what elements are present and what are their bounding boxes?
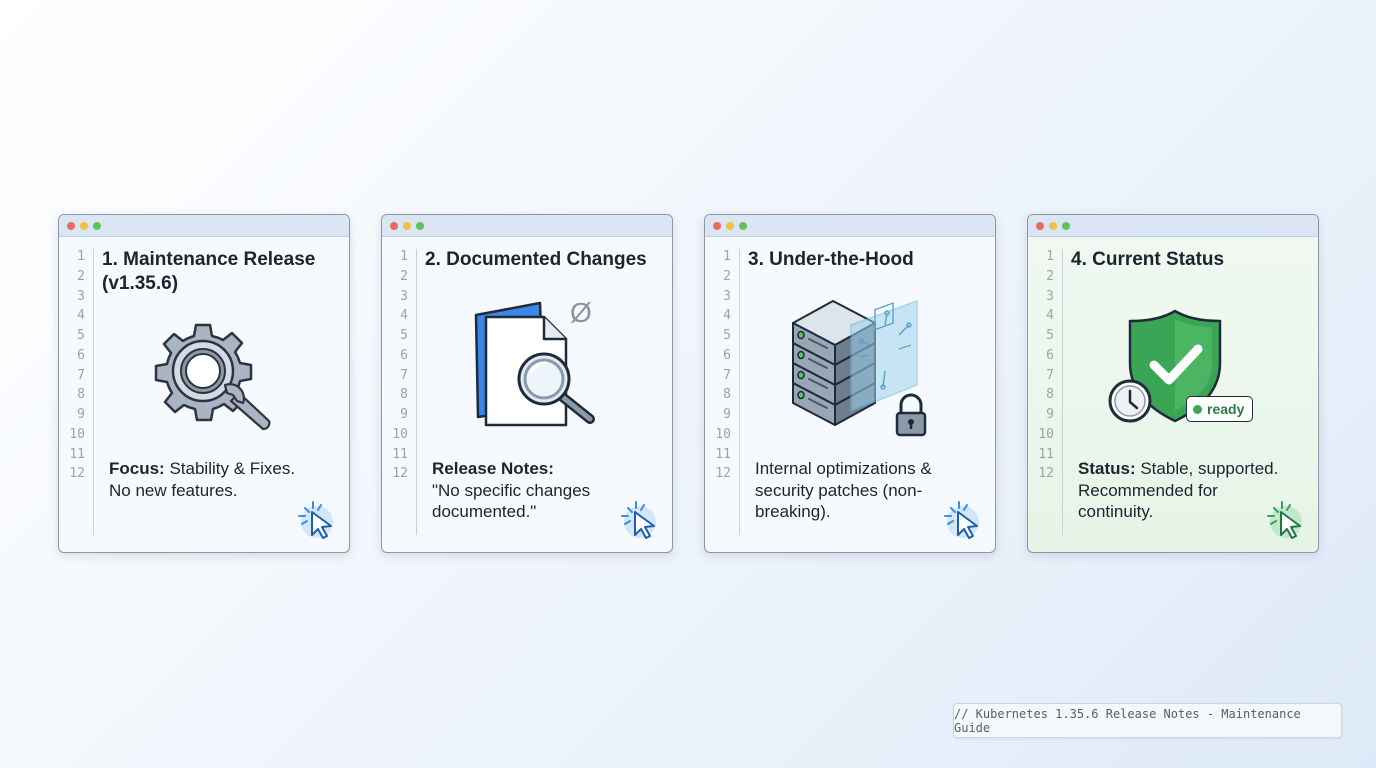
line-number: 3 [77,288,85,304]
line-number: 5 [1046,328,1054,343]
close-dot [1036,221,1044,230]
line-number: 1 [723,249,731,264]
line-number: 7 [400,367,408,383]
line-number: 7 [723,367,731,383]
line-number: 8 [400,387,408,403]
minimize-dot [1049,221,1057,230]
footer-caption: // Kubernetes 1.35.6 Release Notes - Mai… [953,703,1342,738]
line-number-gutter: 1 2 3 4 5 6 7 8 9 10 11 12 [705,249,740,535]
line-number-gutter: 1 2 3 4 5 6 7 8 9 10 11 12 [1028,249,1063,535]
line-number: 5 [400,328,408,343]
card-title: 4. Current Status [1071,249,1225,270]
line-number: 4 [400,308,408,324]
maximize-dot [93,221,101,230]
empty-set-symbol: Ø [570,297,592,328]
pointer-cursor-icon[interactable] [295,498,339,542]
pointer-cursor-icon[interactable] [941,498,985,542]
desc-line: "No specific changes documented." [432,480,591,522]
line-number: 10 [1038,426,1054,442]
line-number: 1 [400,249,408,264]
desc-label: Status: [1078,459,1136,478]
pointer-cursor-icon[interactable] [1264,498,1308,542]
line-number: 9 [1046,407,1054,422]
close-dot [67,221,75,230]
desc-label: Focus: [109,459,165,478]
line-number: 2 [723,268,731,284]
line-number: 11 [392,446,408,462]
pointer-cursor-icon[interactable] [618,498,662,542]
line-number: 6 [1046,347,1054,363]
close-dot [390,221,398,230]
card-title: 2. Documented Changes [425,249,647,270]
line-number: 10 [392,426,408,442]
maximize-dot [416,221,424,230]
line-number: 1 [77,249,85,264]
line-number: 3 [400,288,408,304]
close-dot [713,221,721,230]
maximize-dot [739,221,747,230]
line-number: 11 [69,446,85,462]
line-number: 9 [400,407,408,422]
line-number: 3 [1046,288,1054,304]
line-number: 6 [77,347,85,363]
line-number: 9 [723,407,731,422]
line-number: 5 [77,328,85,343]
maximize-dot [1062,221,1070,230]
line-number-gutter: 1 2 3 4 5 6 7 8 9 10 11 12 [382,249,417,535]
line-number-gutter: 1 2 3 4 5 6 7 8 9 10 11 12 [59,249,94,535]
badge-label: ready [1207,401,1245,417]
line-number: 10 [69,426,85,442]
line-number: 11 [715,446,731,462]
card-description: Focus: Stability & Fixes. No new feature… [109,458,337,501]
desc-label: Release Notes: [432,459,554,478]
line-number: 8 [723,387,731,403]
server-chip-lock-icon [792,299,927,437]
line-number: 2 [77,268,85,284]
line-number: 10 [715,426,731,442]
card-documented-changes: 1 2 3 4 5 6 7 8 9 10 11 12 2. Documented Changes Ø … [381,214,673,553]
ready-status-dot [1193,404,1202,414]
window-titlebar [59,215,349,237]
line-number: 7 [1046,367,1054,383]
line-number: 11 [1038,446,1054,462]
desc-line: No new features. [109,480,238,500]
line-number: 1 [1046,249,1054,264]
ready-badge: ready [1186,396,1254,422]
card-under-the-hood: 1 2 3 4 5 6 7 8 9 10 11 12 3. Under-the-Hood [704,214,996,553]
line-number: 9 [77,407,85,422]
card-title: 1. Maintenance Release (v1.35.6) [102,249,316,294]
line-number: 6 [400,347,408,363]
minimize-dot [726,221,734,230]
window-titlebar [382,215,672,237]
line-number: 12 [715,466,731,482]
line-number: 8 [1046,387,1054,403]
card-title: 3. Under-the-Hood [748,249,914,270]
desc-line: Stable, supported. [1135,459,1279,478]
line-number: 2 [1046,268,1054,284]
window-titlebar [705,215,995,237]
line-number: 5 [723,328,731,343]
gear-wrench-icon [154,323,271,431]
line-number: 12 [392,466,408,482]
desc-line: Stability & Fixes. [164,459,296,478]
minimize-dot [403,221,411,230]
line-number: 12 [69,466,85,482]
line-number: 12 [1038,466,1054,482]
line-number: 4 [723,308,731,324]
line-number: 6 [723,347,731,363]
line-number: 3 [723,288,731,304]
line-number: 7 [77,367,85,383]
card-current-status: 1 2 3 4 5 6 7 8 9 10 11 12 4. Current Status ready … [1027,214,1319,553]
line-number: 2 [400,268,408,284]
line-number: 4 [77,308,85,324]
window-titlebar [1028,215,1318,237]
card-maintenance-release: 1 2 3 4 5 6 7 8 9 10 11 12 1. Maintenance Release (… [58,214,350,553]
desc-line: Recommended for continuity. [1078,480,1218,522]
line-number: 4 [1046,308,1054,324]
minimize-dot [80,221,88,230]
line-number: 8 [77,387,85,403]
